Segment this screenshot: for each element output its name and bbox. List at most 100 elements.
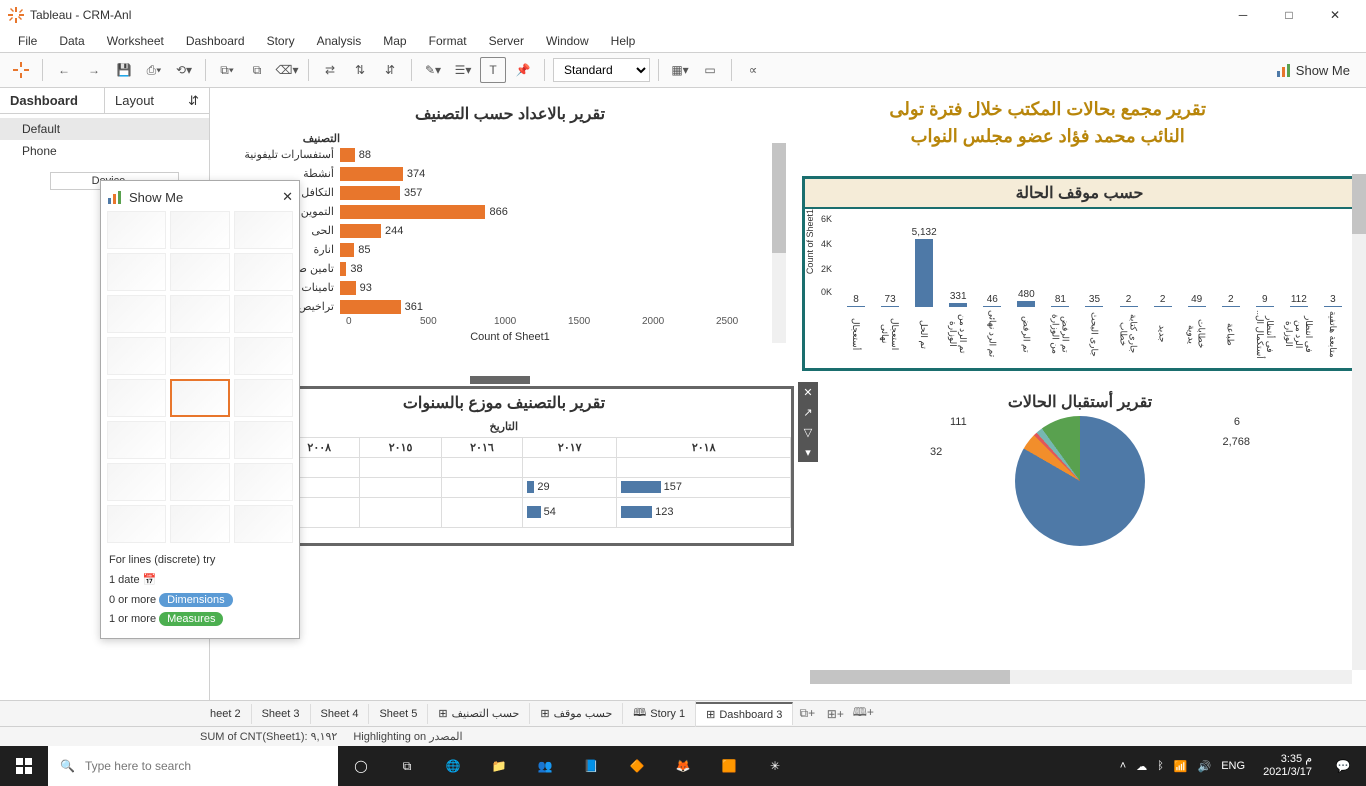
tab-story1[interactable]: 🕮 Story 1 — [623, 700, 696, 727]
viz-side-bar[interactable] — [234, 295, 293, 333]
pin-icon[interactable]: 📌 — [510, 57, 536, 83]
vlc-icon[interactable]: 🔶 — [614, 746, 660, 786]
sort-desc-icon[interactable]: ⇵ — [377, 57, 403, 83]
menu-analysis[interactable]: Analysis — [307, 32, 372, 50]
viz-area-discrete[interactable] — [170, 421, 229, 459]
window-maximize-button[interactable]: □ — [1266, 0, 1312, 30]
viz-scatter[interactable] — [107, 463, 166, 501]
viz-dual-line[interactable] — [234, 379, 293, 417]
xampp-icon[interactable]: 🟧 — [706, 746, 752, 786]
viz-dual-combo[interactable] — [234, 421, 293, 459]
new-story-tab-icon[interactable]: 🕮+ — [849, 703, 877, 724]
tab-sheet4[interactable]: Sheet 4 — [311, 704, 370, 724]
viz-packed-bubble[interactable] — [234, 505, 293, 543]
teams-icon[interactable]: 👥 — [522, 746, 568, 786]
viz-pie[interactable] — [234, 253, 293, 291]
menu-dashboard[interactable]: Dashboard — [176, 32, 255, 50]
show-me-close-icon[interactable]: ✕ — [282, 189, 293, 205]
tableau-taskbar-icon[interactable]: ✳ — [752, 746, 798, 786]
classify-scrollbar[interactable] — [772, 143, 786, 343]
classification-bar-chart[interactable]: تقرير بالاعداد حسب التصنيف التصنيف أستفس… — [230, 100, 790, 370]
tray-cloud-icon[interactable]: ☁ — [1136, 760, 1147, 773]
refresh-data-icon[interactable]: ⟲▾ — [171, 57, 197, 83]
tab-dashboard3[interactable]: ⊞ Dashboard 3 — [696, 702, 793, 725]
viz-heat-map[interactable] — [170, 211, 229, 249]
new-worksheet-icon[interactable]: ⧉▾ — [214, 57, 240, 83]
viz-line-cont[interactable] — [107, 379, 166, 417]
tray-chevron-icon[interactable]: ˄ — [1120, 760, 1126, 772]
menu-data[interactable]: Data — [49, 32, 94, 50]
show-cards-icon[interactable]: ▦▾ — [667, 57, 693, 83]
undo-icon[interactable]: ← — [51, 57, 77, 83]
window-minimize-button[interactable]: ─ — [1220, 0, 1266, 30]
menu-story[interactable]: Story — [257, 32, 305, 50]
edge-icon[interactable]: 🌐 — [430, 746, 476, 786]
highlight-icon[interactable]: ✎▾ — [420, 57, 446, 83]
windows-search-box[interactable]: 🔍 Type here to search — [48, 746, 338, 786]
new-worksheet-tab-icon[interactable]: ⧉+ — [793, 706, 821, 721]
tab-sheet2[interactable]: heet 2 — [200, 704, 252, 724]
tray-wifi-icon[interactable]: 📶 — [1174, 760, 1188, 773]
viz-highlight-table[interactable] — [234, 211, 293, 249]
menu-format[interactable]: Format — [419, 32, 477, 50]
viz-text-table[interactable] — [107, 211, 166, 249]
word-icon[interactable]: 📘 — [568, 746, 614, 786]
tray-volume-icon[interactable]: 🔊 — [1198, 760, 1212, 773]
show-me-button[interactable]: Show Me — [1268, 58, 1358, 82]
fit-dropdown[interactable]: Standard — [553, 58, 650, 82]
tab-sheet3[interactable]: Sheet 3 — [252, 704, 311, 724]
tab-classify[interactable]: ⊞ حسب التصنيف — [428, 703, 530, 724]
menu-map[interactable]: Map — [373, 32, 416, 50]
windows-start-button[interactable] — [0, 746, 48, 786]
tableau-home-icon[interactable] — [8, 57, 34, 83]
viz-area-cont[interactable] — [107, 421, 166, 459]
swap-icon[interactable]: ⇄ — [317, 57, 343, 83]
redo-icon[interactable]: → — [81, 57, 107, 83]
viz-hbar[interactable] — [107, 295, 166, 333]
viz-box-plot[interactable] — [234, 463, 293, 501]
cortana-icon[interactable]: ◯ — [338, 746, 384, 786]
device-phone[interactable]: Phone — [0, 140, 209, 162]
viz-filled-map[interactable] — [170, 253, 229, 291]
tray-lang[interactable]: ENG — [1221, 760, 1245, 772]
notification-icon[interactable]: 💬 — [1320, 746, 1366, 786]
tab-status[interactable]: ⊞ حسب موقف — [530, 703, 623, 724]
canvas-vscrollbar[interactable] — [1352, 174, 1366, 670]
save-icon[interactable]: 💾 — [111, 57, 137, 83]
new-dashboard-tab-icon[interactable]: ⊞+ — [821, 707, 849, 721]
new-data-icon[interactable]: ⎙▾ — [141, 57, 167, 83]
explorer-icon[interactable]: 📁 — [476, 746, 522, 786]
viz-bullet[interactable] — [170, 505, 229, 543]
firefox-icon[interactable]: 🦊 — [660, 746, 706, 786]
task-view-icon[interactable]: ⧉ — [384, 746, 430, 786]
viz-symbol-map[interactable] — [107, 253, 166, 291]
viz-treemap[interactable] — [107, 337, 166, 375]
device-default[interactable]: Default — [0, 118, 209, 140]
text-label-icon[interactable]: T — [480, 57, 506, 83]
system-tray[interactable]: ˄ ☁ ᛒ 📶 🔊 ENG — [1110, 760, 1255, 773]
window-close-button[interactable]: ✕ — [1312, 0, 1358, 30]
viz-gantt[interactable] — [107, 505, 166, 543]
clear-icon[interactable]: ⌫▾ — [274, 57, 300, 83]
canvas-hscrollbar[interactable] — [810, 670, 1352, 684]
menu-worksheet[interactable]: Worksheet — [97, 32, 174, 50]
reception-pie-chart[interactable]: تقرير أستقبال الحالات 2,768 111 32 6 — [810, 388, 1350, 558]
viz-side-circle[interactable] — [234, 337, 293, 375]
sidebar-tab-layout[interactable]: Layout⇵ — [104, 88, 209, 113]
menu-window[interactable]: Window — [536, 32, 599, 50]
years-distribution-chart[interactable]: تقرير بالتصنيف موزع بالسنوات التاريخ الت… — [214, 386, 794, 546]
menu-help[interactable]: Help — [601, 32, 646, 50]
status-bar-chart[interactable]: حسب موقف الحالة Count of Sheet1 6K 4K 2K… — [802, 176, 1357, 371]
tab-sheet5[interactable]: Sheet 5 — [369, 704, 428, 724]
zone-drag-handle[interactable] — [470, 376, 530, 384]
viz-line-discrete[interactable] — [170, 379, 229, 417]
presentation-icon[interactable]: ▭ — [697, 57, 723, 83]
group-icon[interactable]: ☰▾ — [450, 57, 476, 83]
sort-asc-icon[interactable]: ⇅ — [347, 57, 373, 83]
taskbar-clock[interactable]: 3:35 م 2021/3/17 — [1255, 753, 1320, 779]
share-icon[interactable]: ∝ — [740, 57, 766, 83]
viz-circle-view[interactable] — [170, 337, 229, 375]
viz-histogram[interactable] — [170, 463, 229, 501]
viz-stacked-bar[interactable] — [170, 295, 229, 333]
sidebar-tab-dashboard[interactable]: Dashboard — [0, 88, 104, 113]
